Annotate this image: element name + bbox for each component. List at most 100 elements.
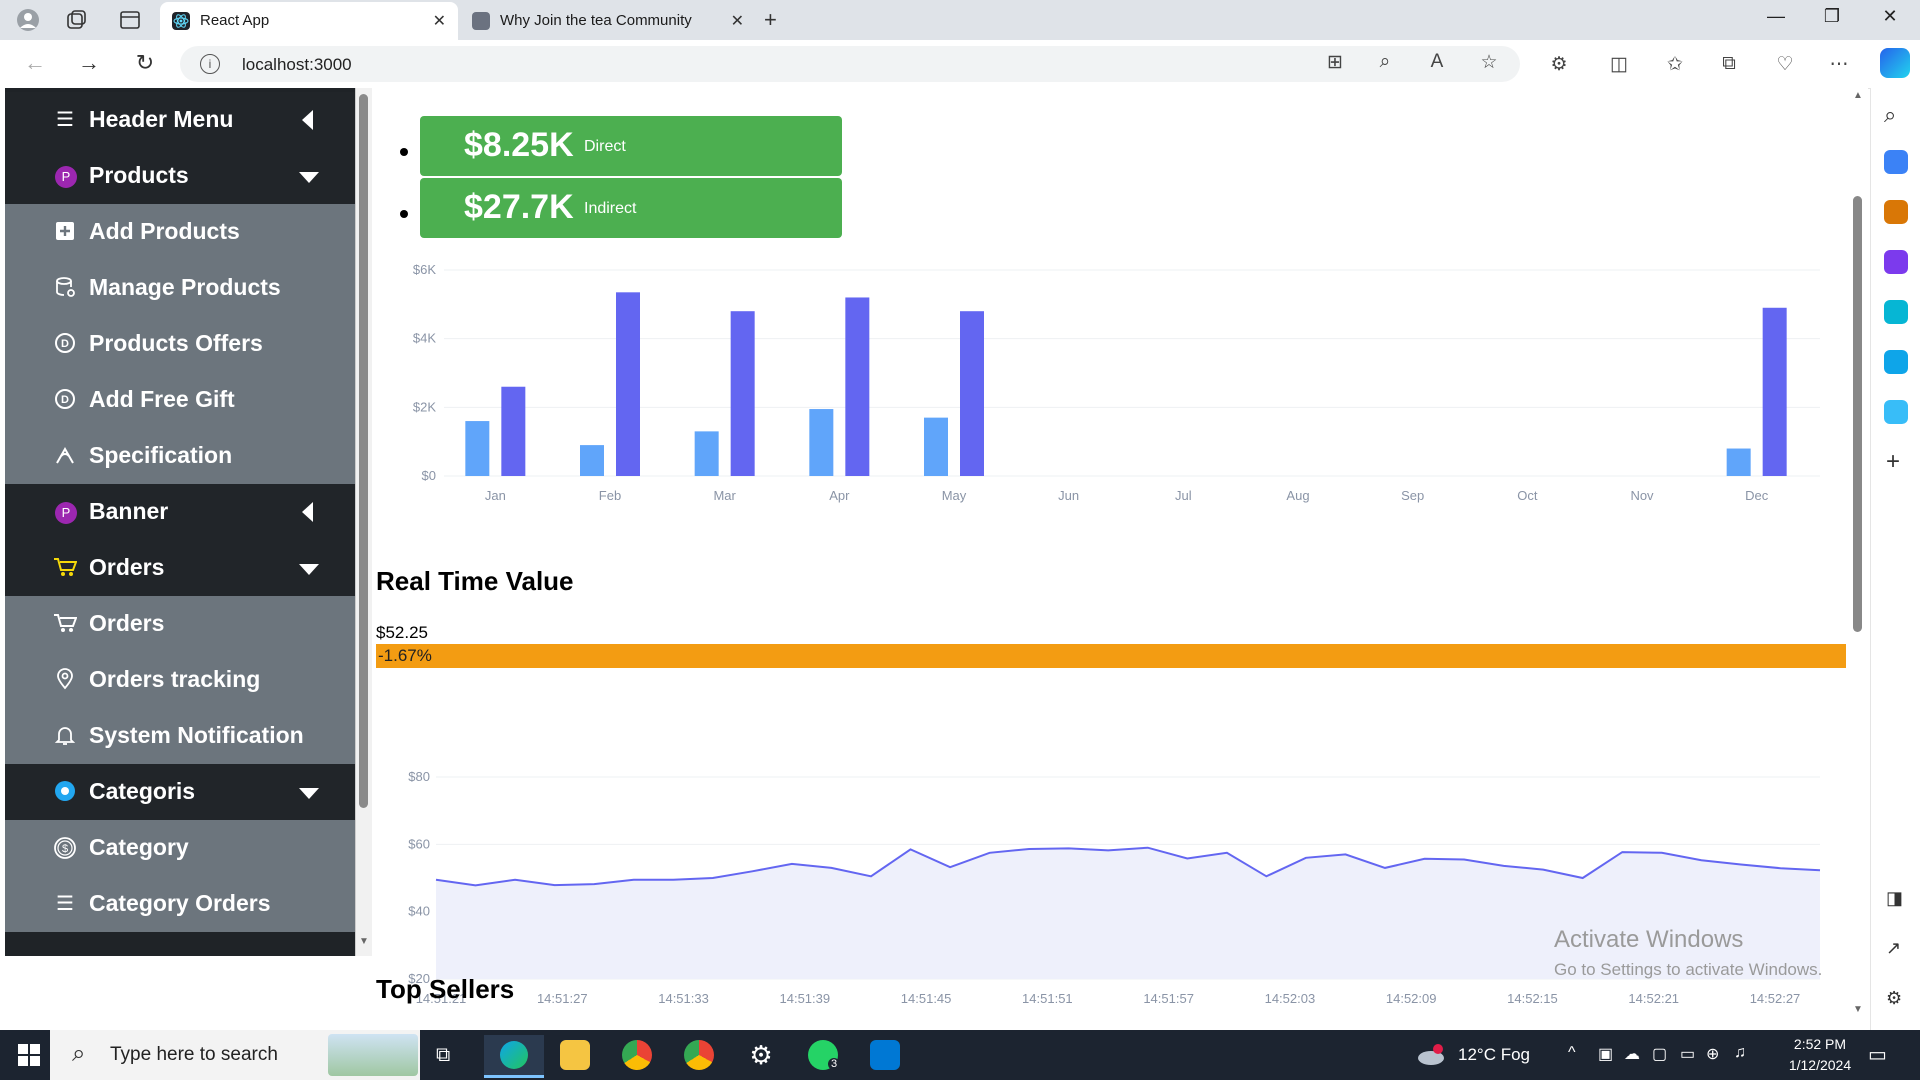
volume-icon[interactable]: ♫: [1734, 1044, 1746, 1062]
tab-tea-community[interactable]: Why Join the tea Community ✕: [460, 2, 756, 40]
profile-icon[interactable]: [16, 8, 40, 32]
sidebar-item-system-notification[interactable]: System Notification: [5, 708, 355, 764]
tools-briefcase-icon[interactable]: [1884, 200, 1908, 224]
sidebar-item-products-offers[interactable]: D Products Offers: [5, 316, 355, 372]
sidebar-toggle-icon[interactable]: ◨: [1886, 888, 1903, 909]
x-tick-label: Apr: [829, 488, 850, 503]
extensions-icon[interactable]: ⚙: [1546, 53, 1572, 76]
back-button[interactable]: ←: [20, 50, 50, 76]
vscode-icon[interactable]: [870, 1040, 900, 1070]
sidebar-item-specification[interactable]: Specification: [5, 428, 355, 484]
add-icon[interactable]: +: [1886, 448, 1900, 476]
address-bar[interactable]: i localhost:3000 ⊞ ⌕ A ☆: [180, 46, 1520, 82]
weather-text[interactable]: 12°C Fog: [1458, 1045, 1530, 1065]
x-tick-label: Oct: [1517, 488, 1538, 503]
tab-react-app[interactable]: React App ✕: [160, 2, 458, 40]
clock-time[interactable]: 2:52 PM: [1780, 1036, 1860, 1052]
svg-text:D: D: [61, 338, 69, 350]
sidebar-item-manage-products[interactable]: Manage Products: [5, 260, 355, 316]
page-scrollbar[interactable]: ▲ ▼: [1848, 88, 1868, 1030]
sidebar-item-category[interactable]: $ Category: [5, 820, 355, 876]
chrome-profile-icon[interactable]: [684, 1040, 714, 1070]
task-view-icon[interactable]: ⧉: [436, 1044, 450, 1067]
page-scroll-thumb[interactable]: [1853, 196, 1862, 632]
shopping-tag-icon[interactable]: [1884, 150, 1908, 174]
split-screen-icon[interactable]: ◫: [1606, 53, 1632, 76]
cloud-off-icon[interactable]: ☁: [1624, 1044, 1640, 1064]
sidebar-scrollbar[interactable]: ▲ ▼: [355, 88, 372, 956]
item-label: Orders tracking: [89, 666, 261, 692]
bar: [1762, 307, 1787, 476]
sidebar-section-banner[interactable]: P Banner: [5, 484, 355, 540]
sidebar-item-add-free-gift[interactable]: D Add Free Gift: [5, 372, 355, 428]
favorites-icon[interactable]: ✩: [1662, 53, 1688, 76]
sidebar-section-categoris[interactable]: Categoris: [5, 764, 355, 820]
tab-actions-icon[interactable]: [118, 8, 142, 32]
games-icon[interactable]: [1884, 250, 1908, 274]
whatsapp-icon[interactable]: 3: [808, 1040, 841, 1070]
minimize-button[interactable]: —: [1756, 6, 1796, 27]
close-tab-icon[interactable]: ✕: [731, 11, 744, 31]
clock-date[interactable]: 1/12/2024: [1772, 1057, 1868, 1073]
outlook-icon[interactable]: [1884, 350, 1908, 374]
item-label: Category: [89, 834, 189, 860]
send-icon[interactable]: [1884, 400, 1908, 424]
edge-icon: [500, 1041, 528, 1069]
notification-icon[interactable]: ▭: [1868, 1042, 1887, 1067]
tray-chevron-icon[interactable]: ^: [1568, 1044, 1576, 1062]
meet-icon[interactable]: ▢: [1652, 1044, 1667, 1064]
x-tick-label: Jul: [1175, 488, 1192, 503]
sidebar-header[interactable]: ☰ Header Menu: [5, 92, 355, 148]
realtime-price: $52.25: [376, 623, 428, 642]
forward-button[interactable]: →: [74, 50, 104, 76]
refresh-button[interactable]: ↻: [130, 50, 160, 76]
scroll-up-icon[interactable]: ▲: [360, 88, 370, 91]
favorite-star-icon[interactable]: ☆: [1476, 51, 1502, 74]
list-bullet: [400, 148, 408, 156]
read-aloud-icon[interactable]: A: [1424, 51, 1450, 73]
close-window-button[interactable]: ✕: [1870, 6, 1910, 27]
scroll-down-icon[interactable]: ▼: [359, 936, 369, 947]
camera-icon[interactable]: ▣: [1598, 1044, 1613, 1064]
taskbar-search[interactable]: ⌕ Type here to search: [50, 1030, 420, 1080]
settings-gear-icon[interactable]: ⚙: [746, 1040, 776, 1070]
chrome-icon[interactable]: [622, 1040, 652, 1070]
microsoft365-icon[interactable]: [1884, 300, 1908, 324]
x-tick-label: 14:51:45: [901, 991, 952, 1006]
url-text[interactable]: localhost:3000: [242, 55, 352, 75]
app-available-icon[interactable]: ⊞: [1322, 51, 1348, 74]
open-external-icon[interactable]: ↗: [1886, 938, 1901, 959]
sidebar-item-category-orders[interactable]: ☰ Category Orders: [5, 876, 355, 932]
sidebar-section-orders[interactable]: Orders: [5, 540, 355, 596]
network-globe-icon[interactable]: ⊕: [1706, 1044, 1719, 1064]
copilot-icon[interactable]: [1880, 48, 1910, 78]
browser-essentials-icon[interactable]: ♡: [1772, 53, 1798, 76]
badge-p-icon: P: [55, 502, 77, 524]
sidebar-item-add-products[interactable]: Add Products: [5, 204, 355, 260]
windows-start-icon[interactable]: [18, 1044, 40, 1066]
collections-icon[interactable]: ⧉: [1716, 53, 1742, 75]
close-tab-icon[interactable]: ✕: [433, 11, 446, 31]
new-tab-button[interactable]: +: [764, 7, 777, 33]
file-explorer-icon[interactable]: [560, 1040, 590, 1070]
more-menu-icon[interactable]: ⋯: [1826, 53, 1852, 76]
site-info-icon[interactable]: i: [200, 54, 220, 74]
sidebar-section-products[interactable]: P Products: [5, 148, 355, 204]
search-placeholder: Type here to search: [110, 1044, 278, 1065]
sidebar-item-orders[interactable]: Orders: [5, 596, 355, 652]
scroll-down-icon[interactable]: ▼: [1853, 1004, 1863, 1015]
scroll-up-icon[interactable]: ▲: [1853, 90, 1863, 101]
settings-icon[interactable]: ⚙: [1886, 988, 1902, 1009]
sidebar-scroll-thumb[interactable]: [359, 94, 368, 808]
edge-taskbar-button[interactable]: [484, 1035, 544, 1078]
caret-left-icon: [302, 110, 313, 130]
workspaces-icon[interactable]: [64, 8, 88, 32]
weather-cloud-icon[interactable]: [1416, 1042, 1446, 1068]
maximize-button[interactable]: ❐: [1812, 6, 1852, 27]
bar: [730, 311, 755, 476]
activate-windows-subtitle: Go to Settings to activate Windows.: [1554, 960, 1823, 979]
zoom-icon[interactable]: ⌕: [1372, 51, 1398, 73]
sidebar-item-orders-tracking[interactable]: Orders tracking: [5, 652, 355, 708]
battery-icon[interactable]: ▭: [1680, 1044, 1695, 1064]
search-icon[interactable]: ⌕: [1884, 102, 1896, 128]
